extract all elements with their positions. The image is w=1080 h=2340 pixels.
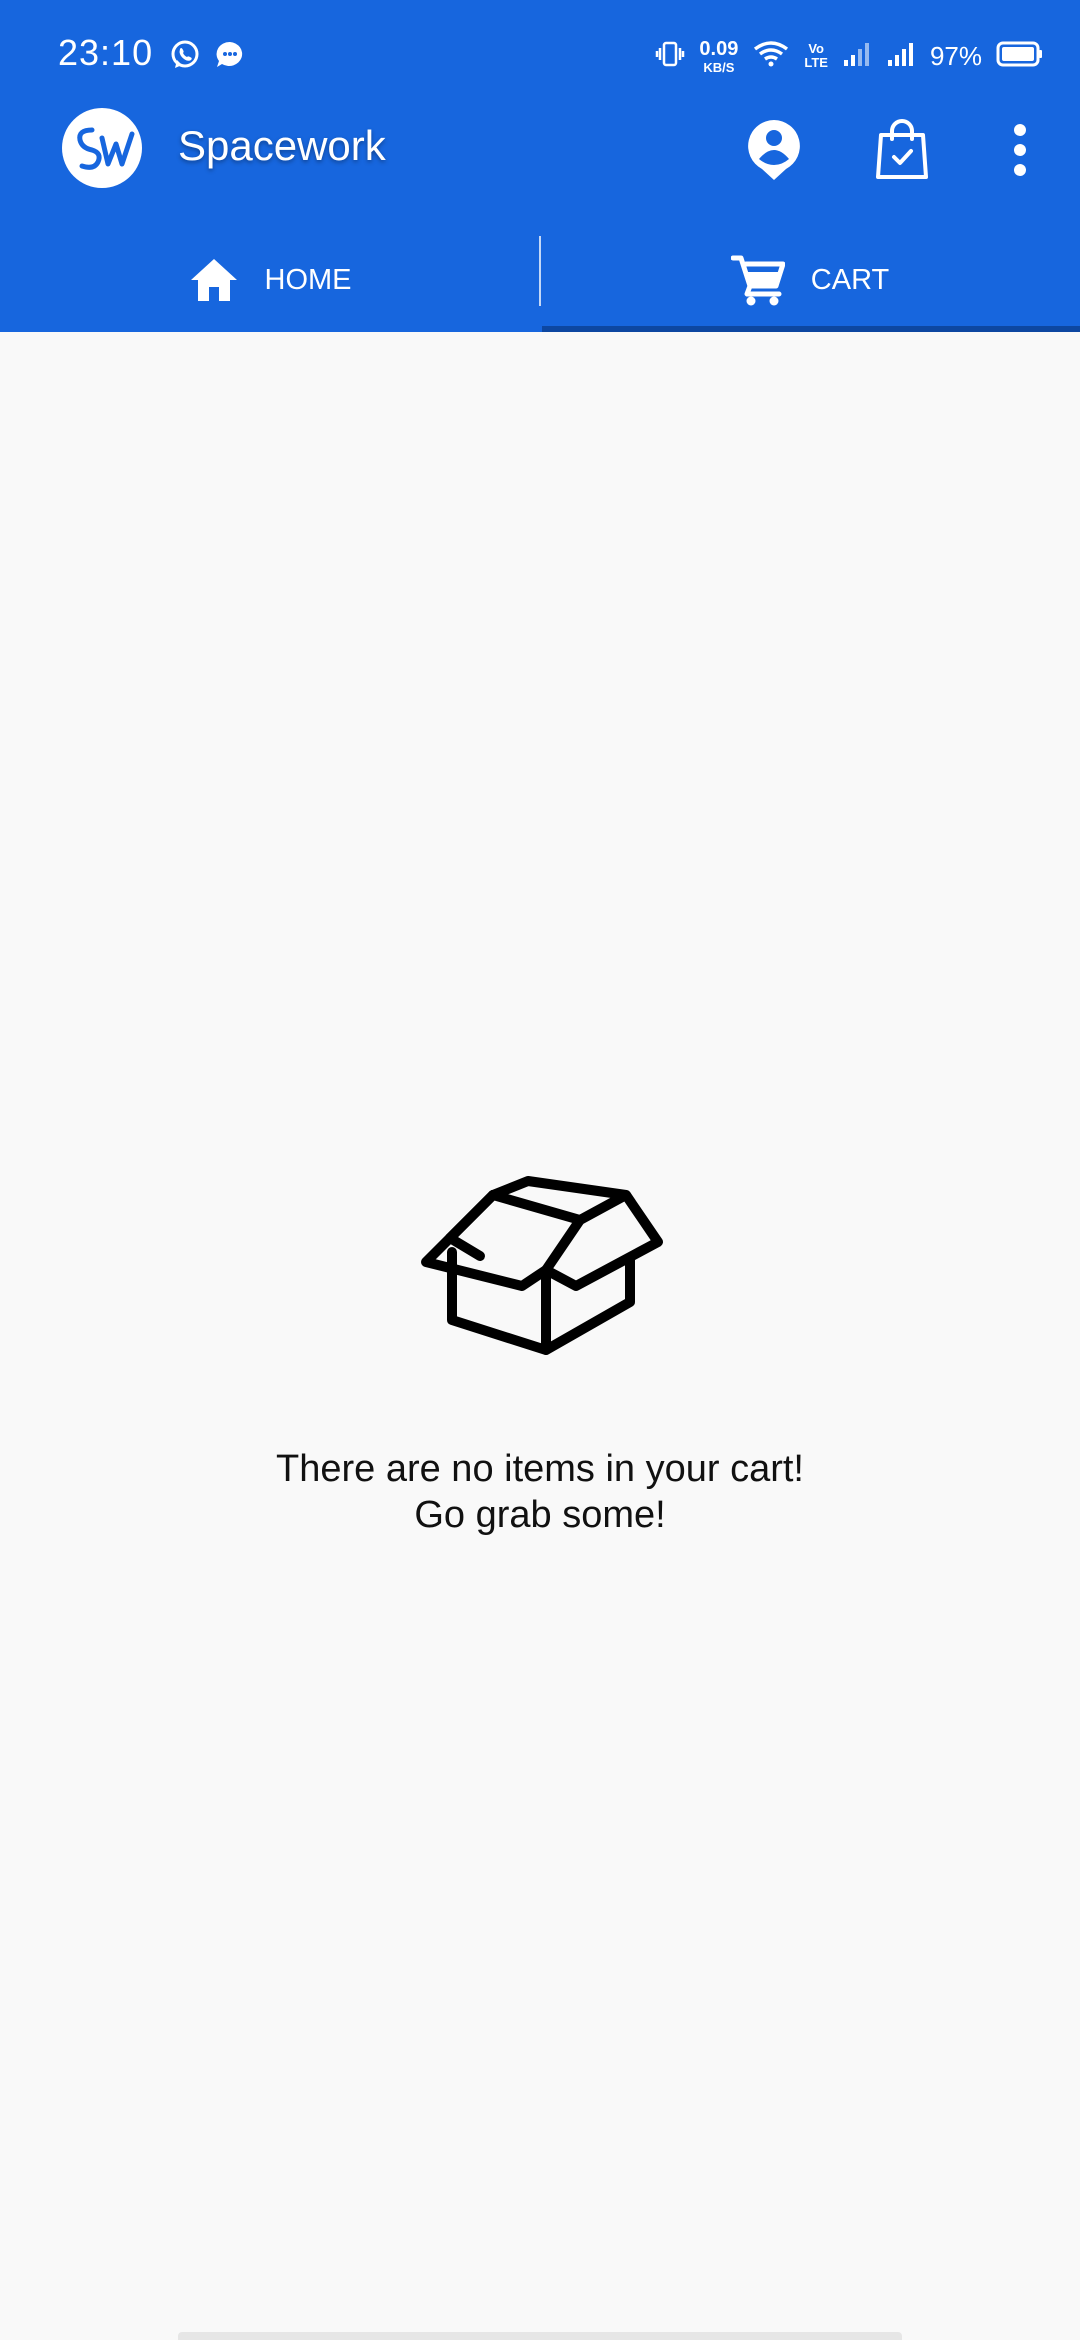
tab-home[interactable]: HOME <box>0 228 540 332</box>
status-right-group: 0.09 KB/S Vo LTE 97% <box>641 34 1044 78</box>
status-time: 23:10 <box>58 32 154 73</box>
orders-button[interactable] <box>862 110 942 190</box>
tab-bar: HOME CART <box>0 228 1080 332</box>
cart-icon <box>730 254 785 306</box>
account-button[interactable] <box>734 110 814 190</box>
volte-bottom: LTE <box>804 55 828 70</box>
tab-cart[interactable]: CART <box>540 228 1080 332</box>
bottom-handle <box>178 2332 902 2340</box>
network-speed-value: 0.09 <box>699 37 739 60</box>
wifi-icon <box>752 39 790 74</box>
tab-home-label: HOME <box>264 263 352 296</box>
account-icon <box>748 120 800 180</box>
volte-indicator: Vo LTE <box>804 42 828 69</box>
app-title: Spacework <box>178 122 386 169</box>
app-bar: Spacework <box>0 100 1080 200</box>
network-speed-unit: KB/S <box>703 59 735 75</box>
empty-cart-line2: Go grab some! <box>414 1494 666 1536</box>
tab-cart-label: CART <box>810 263 890 296</box>
empty-cart-line1: There are no items in your cart! <box>276 1448 804 1490</box>
signal-icon <box>886 40 916 73</box>
home-icon <box>189 257 239 303</box>
battery-icon <box>996 40 1044 73</box>
signal-icon <box>842 40 872 73</box>
volte-top: Vo <box>808 41 824 57</box>
empty-cart-message: There are no items in your cart! Go grab… <box>0 1446 1080 1538</box>
selected-tab-indicator <box>542 326 1080 332</box>
vibrate-icon <box>655 39 685 74</box>
more-vert-icon <box>1014 124 1026 176</box>
app-logo <box>62 108 142 188</box>
status-bar: 23:10 0.09 KB/S Vo LTE 97% <box>0 0 1080 110</box>
network-speed: 0.09 KB/S <box>699 39 738 74</box>
tab-divider <box>539 236 541 306</box>
open-box-icon <box>421 1176 663 1355</box>
app-header: 23:10 0.09 KB/S Vo LTE 97% Spacework HOM… <box>0 0 1080 332</box>
shopping-bag-icon <box>876 119 928 179</box>
more-options-button[interactable] <box>980 110 1060 190</box>
battery-percentage: 97% <box>929 40 982 71</box>
whatsapp-icon <box>168 38 202 72</box>
empty-cart-state: There are no items in your cart! Go grab… <box>0 1150 1080 1538</box>
message-icon <box>213 38 247 72</box>
